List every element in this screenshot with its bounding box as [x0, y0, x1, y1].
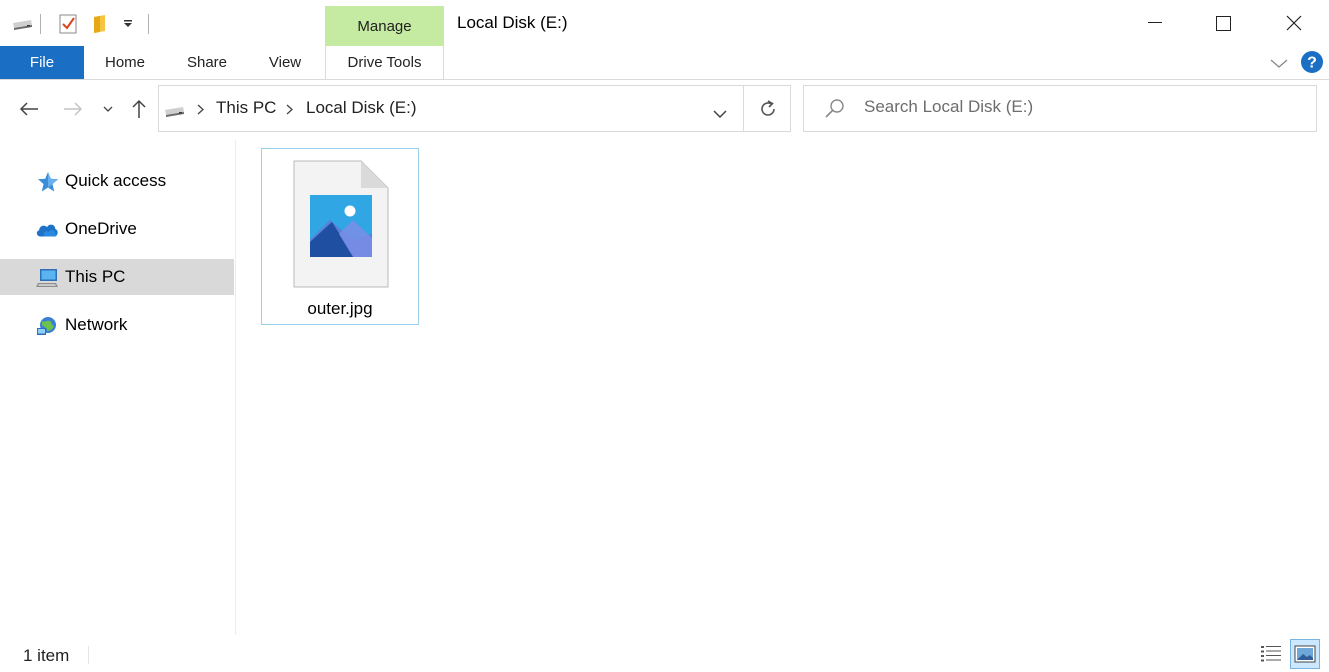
chevron-right-icon[interactable] — [197, 102, 204, 119]
drive-icon — [163, 104, 185, 122]
sidebar-item-onedrive[interactable]: OneDrive — [0, 211, 234, 247]
svg-text:?: ? — [1307, 55, 1317, 72]
sidebar-item-this-pc[interactable]: This PC — [0, 259, 234, 295]
window-title: Local Disk (E:) — [457, 13, 568, 32]
customize-dropdown-icon[interactable] — [116, 12, 140, 36]
status-separator — [88, 646, 89, 664]
maximize-icon — [1215, 15, 1231, 31]
qat-separator — [40, 14, 41, 34]
search-input[interactable] — [864, 97, 1304, 117]
network-icon — [36, 315, 60, 337]
expand-ribbon-icon[interactable] — [1270, 56, 1288, 73]
back-button[interactable] — [14, 94, 44, 124]
address-divider — [743, 86, 744, 131]
sidebar-item-label: OneDrive — [65, 219, 137, 238]
breadcrumb-this-pc[interactable]: This PC — [216, 98, 276, 118]
ribbon: File Home Share View Drive Tools ? — [0, 46, 1329, 80]
status-bar: 1 item — [0, 636, 1329, 672]
large-icons-view-icon — [1294, 645, 1316, 663]
forward-arrow-icon — [64, 102, 83, 116]
tab-share[interactable]: Share — [176, 46, 238, 79]
tab-manage[interactable]: Manage — [325, 6, 444, 46]
title-bar: Manage Local Disk (E:) — [0, 0, 1329, 46]
minimize-button[interactable] — [1120, 0, 1190, 46]
tab-view[interactable]: View — [256, 46, 314, 79]
up-arrow-icon — [132, 99, 146, 118]
tab-drive-tools[interactable]: Drive Tools — [325, 46, 444, 79]
sidebar-item-label: This PC — [65, 267, 126, 286]
properties-icon[interactable] — [56, 12, 80, 36]
close-icon — [1286, 15, 1302, 31]
sidebar-item-network[interactable]: Network — [0, 307, 234, 343]
back-arrow-icon — [19, 102, 38, 116]
close-button[interactable] — [1259, 0, 1329, 46]
address-bar[interactable]: This PC Local Disk (E:) — [158, 85, 791, 132]
tab-home[interactable]: Home — [92, 46, 158, 79]
file-item[interactable]: outer.jpg — [261, 148, 419, 325]
image-file-icon — [293, 160, 389, 292]
sidebar-item-label: Quick access — [65, 171, 167, 190]
drive-icon[interactable] — [10, 12, 34, 36]
details-view-icon — [1261, 646, 1281, 662]
sidebar-item-quick-access[interactable]: Quick access — [0, 163, 234, 199]
chevron-right-icon[interactable] — [286, 102, 293, 119]
qat-separator — [148, 14, 149, 34]
new-folder-icon[interactable] — [88, 12, 112, 36]
minimize-icon — [1148, 22, 1162, 23]
sidebar-item-label: Network — [65, 315, 128, 334]
tab-file[interactable]: File — [0, 46, 84, 79]
breadcrumb-local-disk[interactable]: Local Disk (E:) — [306, 98, 417, 118]
cloud-icon — [35, 219, 59, 241]
refresh-icon — [761, 100, 775, 116]
address-history-dropdown[interactable] — [713, 105, 727, 122]
search-box[interactable] — [803, 85, 1317, 132]
up-button[interactable] — [124, 94, 154, 124]
help-icon[interactable]: ? — [1300, 50, 1324, 78]
computer-icon — [36, 267, 60, 289]
search-icon — [824, 98, 846, 124]
recent-locations-button[interactable] — [94, 94, 122, 124]
navigation-pane: Quick access OneDrive This PC Network — [0, 140, 236, 635]
refresh-button[interactable] — [758, 99, 778, 123]
item-count: 1 item — [23, 646, 70, 665]
file-name: outer.jpg — [307, 299, 373, 318]
chevron-down-icon — [713, 110, 727, 119]
details-view-button[interactable] — [1256, 639, 1286, 669]
large-icons-view-button[interactable] — [1290, 639, 1320, 669]
forward-button[interactable] — [58, 94, 88, 124]
maximize-button[interactable] — [1188, 0, 1258, 46]
chevron-down-icon — [103, 106, 113, 112]
star-icon — [36, 171, 60, 193]
